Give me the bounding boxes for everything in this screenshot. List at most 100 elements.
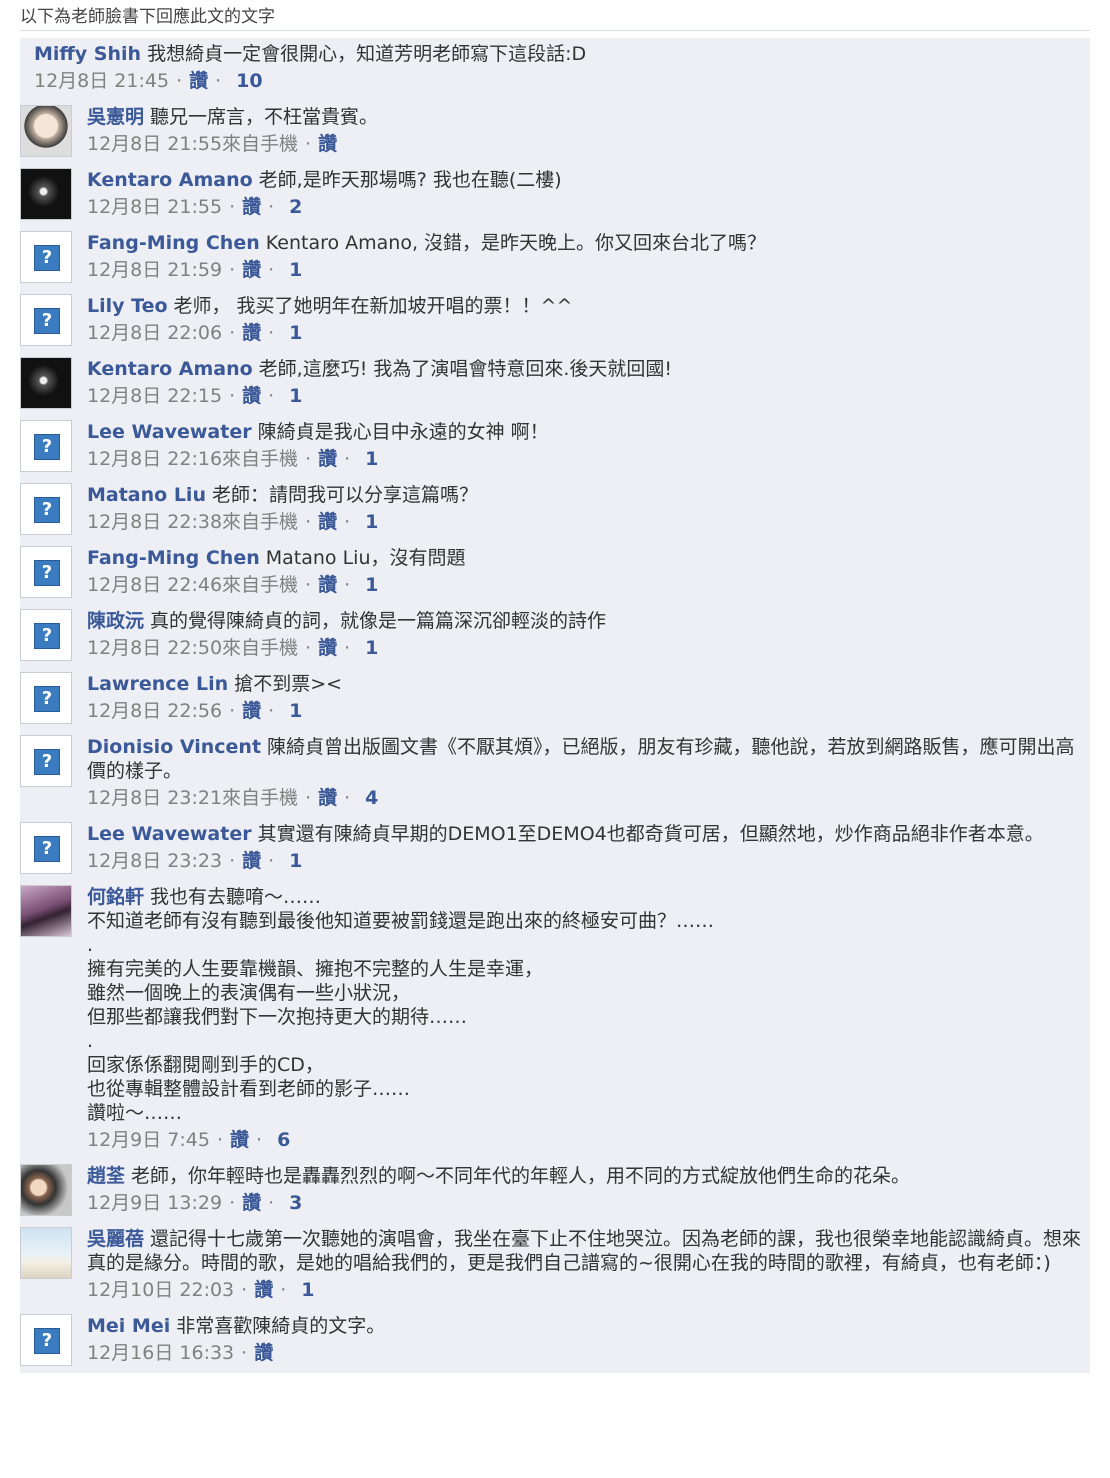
like-button[interactable]: 讚: [242, 850, 261, 872]
comment-timestamp[interactable]: 12月8日 22:56: [87, 700, 222, 722]
comment-author-link[interactable]: Lily Teo: [87, 295, 168, 317]
comment-meta: 12月8日 22:06 · 讚 · 1: [87, 319, 1090, 347]
avatar[interactable]: [20, 885, 72, 937]
meta-separator: ·: [229, 850, 236, 872]
comment-author-link[interactable]: Fang-Ming Chen: [87, 547, 260, 569]
like-button[interactable]: 讚: [242, 385, 261, 407]
comment-extra-line: 但那些都讓我們對下一次抱持更大的期待……: [87, 1006, 468, 1028]
like-button[interactable]: 讚: [318, 787, 337, 809]
like-count[interactable]: 1: [365, 637, 378, 659]
like-count[interactable]: 1: [289, 850, 302, 872]
meta-separator: ·: [229, 259, 236, 281]
comment-timestamp[interactable]: 12月16日 16:33: [87, 1342, 234, 1364]
comment-meta: 12月8日 21:55來自手機 · 讚: [87, 130, 1090, 158]
like-count[interactable]: 2: [289, 196, 302, 218]
comment-author-link[interactable]: Miffy Shih: [34, 43, 141, 65]
like-button[interactable]: 讚: [318, 637, 337, 659]
comment-author-link[interactable]: 陳政沅: [87, 610, 144, 632]
comment-author-link[interactable]: Fang-Ming Chen: [87, 232, 260, 254]
comment-item: ? Fang-Ming Chen Kentaro Amano, 沒錯，是昨天晚上。…: [20, 227, 1090, 290]
comment-item: ? Matano Liu 老師：請問我可以分享這篇嗎？ 12月8日 22:38來自…: [20, 479, 1090, 542]
comment-text: 其實還有陳綺貞早期的DEMO1至DEMO4也都奇貨可居，但顯然地，炒作商品絕非作…: [257, 823, 1044, 845]
avatar[interactable]: [20, 1164, 72, 1216]
like-count[interactable]: 4: [365, 787, 378, 809]
avatar[interactable]: ?: [20, 1314, 72, 1366]
comment-timestamp[interactable]: 12月8日 22:50來自手機: [87, 637, 298, 659]
like-count[interactable]: 1: [365, 574, 378, 596]
comment-author-link[interactable]: 吳憲明: [87, 106, 144, 128]
meta-separator: ·: [229, 700, 236, 722]
like-count[interactable]: 1: [301, 1279, 314, 1301]
like-count[interactable]: 1: [289, 259, 302, 281]
avatar[interactable]: [20, 1227, 72, 1279]
comment-meta: 12月8日 21:59 · 讚 · 1: [87, 256, 1090, 284]
comment-timestamp[interactable]: 12月9日 13:29: [87, 1192, 222, 1214]
comment-timestamp[interactable]: 12月8日 21:55: [87, 196, 222, 218]
avatar[interactable]: [20, 168, 72, 220]
comment-timestamp[interactable]: 12月8日 23:23: [87, 850, 222, 872]
comment-timestamp[interactable]: 12月8日 22:15: [87, 385, 222, 407]
comment-meta: 12月8日 22:50來自手機 · 讚 · 1: [87, 634, 1090, 662]
comment-timestamp[interactable]: 12月10日 22:03: [87, 1279, 234, 1301]
comment-timestamp[interactable]: 12月8日 22:38來自手機: [87, 511, 298, 533]
like-count[interactable]: 1: [365, 511, 378, 533]
comment-author-link[interactable]: Lee Wavewater: [87, 823, 252, 845]
comment-author-link[interactable]: Lawrence Lin: [87, 673, 228, 695]
comment-author-link[interactable]: Mei Mei: [87, 1315, 170, 1337]
avatar[interactable]: ?: [20, 483, 72, 535]
avatar[interactable]: ?: [20, 609, 72, 661]
like-count[interactable]: 6: [277, 1129, 290, 1151]
like-button[interactable]: 讚: [254, 1279, 273, 1301]
like-button[interactable]: 讚: [242, 322, 261, 344]
avatar[interactable]: [20, 105, 72, 157]
avatar[interactable]: [20, 357, 72, 409]
like-button[interactable]: 讚: [189, 70, 208, 92]
comment-timestamp[interactable]: 12月8日 22:46來自手機: [87, 574, 298, 596]
avatar[interactable]: ?: [20, 735, 72, 787]
like-button[interactable]: 讚: [318, 448, 337, 470]
like-button[interactable]: 讚: [242, 196, 261, 218]
like-count[interactable]: 1: [289, 700, 302, 722]
like-button[interactable]: 讚: [318, 511, 337, 533]
like-button[interactable]: 讚: [230, 1129, 249, 1151]
avatar[interactable]: ?: [20, 822, 72, 874]
comment-timestamp[interactable]: 12月8日 21:59: [87, 259, 222, 281]
comment-author-link[interactable]: Matano Liu: [87, 484, 206, 506]
comment-timestamp[interactable]: 12月9日 7:45: [87, 1129, 210, 1151]
like-button[interactable]: 讚: [242, 259, 261, 281]
like-count[interactable]: 3: [289, 1192, 302, 1214]
like-count[interactable]: 1: [289, 385, 302, 407]
comment-author-link[interactable]: 吳麗蓓: [87, 1228, 144, 1250]
comment-timestamp[interactable]: 12月8日 22:16來自手機: [87, 448, 298, 470]
like-button[interactable]: 讚: [242, 1192, 261, 1214]
comment-timestamp[interactable]: 12月8日 21:45: [34, 70, 169, 92]
avatar[interactable]: ?: [20, 231, 72, 283]
avatar[interactable]: ?: [20, 420, 72, 472]
comment-author-link[interactable]: Lee Wavewater: [87, 421, 252, 443]
comment-text-line: 何銘軒 我也有去聽唷～……: [87, 885, 1090, 909]
comment-text: 老師，你年輕時也是轟轟烈烈的啊～不同年代的年輕人，用不同的方式綻放他們生命的花朵…: [131, 1165, 911, 1187]
like-button[interactable]: 讚: [254, 1342, 273, 1364]
comment-timestamp[interactable]: 12月8日 22:06: [87, 322, 222, 344]
comment-timestamp[interactable]: 12月8日 23:21來自手機: [87, 787, 298, 809]
comment-author-link[interactable]: Kentaro Amano: [87, 169, 253, 191]
like-count[interactable]: 1: [289, 322, 302, 344]
meta-separator: ·: [229, 385, 236, 407]
like-count[interactable]: 1: [365, 448, 378, 470]
comment-item: Miffy Shih 我想綺貞一定會很開心，知道芳明老師寫下這段話:D 12月8日…: [20, 38, 1090, 101]
comment-author-link[interactable]: Dionisio Vincent: [87, 736, 261, 758]
avatar[interactable]: ?: [20, 294, 72, 346]
like-count[interactable]: 10: [236, 70, 262, 92]
avatar[interactable]: ?: [20, 672, 72, 724]
comment-author-link[interactable]: 何銘軒: [87, 886, 144, 908]
like-button[interactable]: 讚: [318, 133, 337, 155]
comment-timestamp[interactable]: 12月8日 21:55來自手機: [87, 133, 298, 155]
meta-separator: ·: [305, 133, 312, 155]
like-button[interactable]: 讚: [242, 700, 261, 722]
avatar[interactable]: ?: [20, 546, 72, 598]
comment-author-link[interactable]: 趙荃: [87, 1165, 125, 1187]
meta-separator: ·: [241, 1342, 248, 1364]
like-button[interactable]: 讚: [318, 574, 337, 596]
comment-author-link[interactable]: Kentaro Amano: [87, 358, 253, 380]
meta-separator: ·: [305, 787, 312, 809]
